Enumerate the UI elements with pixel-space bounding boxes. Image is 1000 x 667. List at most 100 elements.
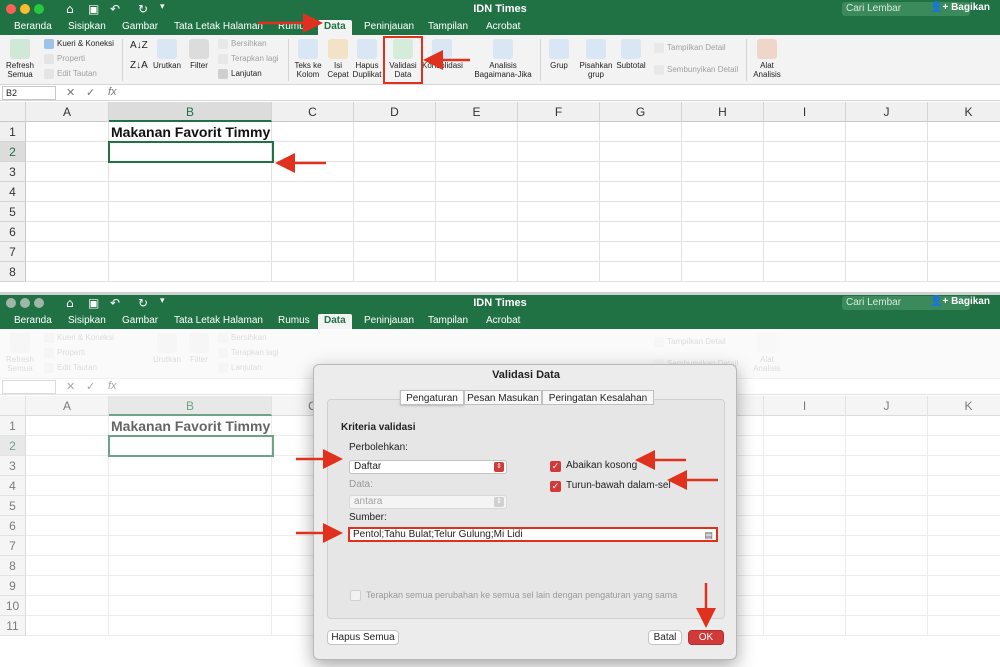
cancel-entry-icon[interactable]: ✕: [66, 86, 75, 99]
tab-peringatan-kesalahan[interactable]: Peringatan Kesalahan: [542, 390, 654, 405]
column-header-c[interactable]: C: [272, 102, 354, 122]
tab-tampilan[interactable]: Tampilan: [422, 20, 474, 35]
data-label: Data:: [349, 479, 373, 490]
ungroup-button[interactable]: Pisahkan grup: [578, 39, 614, 79]
show-detail-button[interactable]: Tampilkan Detail: [654, 43, 726, 53]
ignore-blank-checkbox[interactable]: ✓: [550, 461, 561, 472]
allow-select[interactable]: Daftar ⇕: [349, 460, 507, 474]
remove-duplicates-button[interactable]: Hapus Duplikat: [352, 39, 382, 79]
tab-beranda[interactable]: Beranda: [8, 20, 58, 35]
criteria-heading: Kriteria validasi: [341, 422, 416, 433]
share-button[interactable]: 👤+ Bagikan: [930, 296, 990, 307]
column-header-d[interactable]: D: [354, 102, 436, 122]
tab-sisipkan[interactable]: Sisipkan: [62, 20, 112, 35]
tab-gambar[interactable]: Gambar: [116, 20, 164, 35]
ribbon-tabs: Beranda Sisipkan Gambar Tata Letak Halam…: [0, 18, 1000, 35]
clear-all-button[interactable]: Hapus Semua: [327, 630, 399, 645]
tab-tampilan[interactable]: Tampilan: [422, 314, 474, 329]
column-header-a[interactable]: A: [26, 102, 109, 122]
edit-links-button[interactable]: Edit Tautan: [44, 69, 97, 79]
row-header-5[interactable]: 5: [0, 202, 26, 222]
row-header-8[interactable]: 8: [0, 262, 26, 282]
column-header-h[interactable]: H: [682, 102, 764, 122]
tab-tata-letak-halaman[interactable]: Tata Letak Halaman: [168, 20, 269, 35]
subtotal-button[interactable]: Subtotal: [616, 39, 646, 70]
clear-button[interactable]: Bersihkan: [218, 39, 267, 49]
tab-rumus[interactable]: Rumus: [272, 314, 316, 329]
sort-descending-button[interactable]: Z↓A: [130, 61, 148, 71]
tab-rumus[interactable]: Rumus: [272, 20, 316, 35]
tab-sisipkan[interactable]: Sisipkan: [62, 314, 112, 329]
tab-pesan-masukan[interactable]: Pesan Masukan: [464, 390, 542, 405]
properties-label: Properti: [57, 54, 86, 64]
tab-acrobat[interactable]: Acrobat: [480, 20, 526, 35]
row-header-3[interactable]: 3: [0, 162, 26, 182]
analysis-tools-button[interactable]: Alat Analisis: [752, 39, 782, 79]
column-header-e[interactable]: E: [436, 102, 518, 122]
allow-label: Perbolehkan:: [349, 442, 408, 453]
column-gridline: [845, 122, 846, 282]
refresh-all-button[interactable]: Refresh Semua: [4, 39, 36, 79]
ok-button[interactable]: OK: [688, 630, 724, 645]
column-header-i[interactable]: I: [764, 102, 846, 122]
share-button[interactable]: 👤+ Bagikan: [930, 2, 990, 13]
hide-detail-button[interactable]: Sembunyikan Detail: [654, 65, 738, 75]
reapply-button[interactable]: Terapkan lagi: [218, 54, 279, 64]
tab-data[interactable]: Data: [318, 314, 352, 329]
consolidate-button[interactable]: Konsolidasi: [422, 39, 463, 70]
column-header-b[interactable]: B: [109, 102, 272, 122]
tab-tata-letak-halaman[interactable]: Tata Letak Halaman: [168, 314, 269, 329]
data-operator-value: antara: [354, 496, 383, 507]
selected-cell-b2[interactable]: [108, 141, 274, 163]
range-picker-icon[interactable]: ▤: [704, 530, 713, 541]
select-all-corner[interactable]: [0, 102, 26, 122]
queries-connections-button[interactable]: Kueri & Koneksi: [44, 39, 114, 49]
chevron-updown-icon: ⇕: [494, 497, 504, 507]
source-label: Sumber:: [349, 512, 387, 523]
column-header-g[interactable]: G: [600, 102, 682, 122]
row-header-4[interactable]: 4: [0, 182, 26, 202]
in-cell-dropdown-checkbox[interactable]: ✓: [550, 481, 561, 492]
apply-all-checkbox[interactable]: [350, 590, 361, 601]
edit-links-label: Edit Tautan: [57, 69, 97, 79]
edit-links-icon: [44, 69, 54, 79]
group-button[interactable]: Grup: [546, 39, 572, 70]
insert-function-icon[interactable]: fx: [108, 86, 117, 98]
row-header-6[interactable]: 6: [0, 222, 26, 242]
data-operator-select[interactable]: antara ⇕: [349, 495, 507, 509]
column-header-j[interactable]: J: [846, 102, 928, 122]
text-to-columns-button[interactable]: Teks ke Kolom: [294, 39, 322, 79]
properties-button[interactable]: Properti: [44, 54, 85, 64]
advanced-filter-button[interactable]: Lanjutan: [218, 69, 262, 79]
what-if-analysis-button[interactable]: Analisis Bagaimana-Jika: [470, 39, 536, 79]
data-validation-dialog: Validasi Data Kriteria validasi Perboleh…: [313, 364, 737, 660]
column-gridline: [353, 122, 354, 282]
tab-acrobat[interactable]: Acrobat: [480, 314, 526, 329]
cell-b1-value[interactable]: Makanan Favorit Timmy: [111, 124, 270, 140]
row-header-2[interactable]: 2: [0, 142, 26, 162]
cancel-button[interactable]: Batal: [648, 630, 682, 645]
row-header-7[interactable]: 7: [0, 242, 26, 262]
tab-gambar[interactable]: Gambar: [116, 314, 164, 329]
filter-button[interactable]: Filter: [186, 39, 212, 70]
name-box[interactable]: B2: [2, 86, 56, 100]
flash-fill-button[interactable]: Isi Cepat: [326, 39, 350, 79]
tab-data[interactable]: Data: [318, 20, 352, 35]
row-header-1[interactable]: 1: [0, 122, 26, 142]
tab-beranda[interactable]: Beranda: [8, 314, 58, 329]
tab-peninjauan[interactable]: Peninjauan: [358, 20, 420, 35]
confirm-entry-icon[interactable]: ✓: [86, 86, 95, 99]
show-detail-label: Tampilkan Detail: [667, 43, 726, 53]
title-bar: ⌂ ▣ ↶ ↻ ▾ IDN Times Cari Lembar 👤+ Bagik…: [0, 294, 1000, 312]
column-header-f[interactable]: F: [518, 102, 600, 122]
sort-ascending-button[interactable]: A↓Z: [130, 41, 148, 51]
tab-pengaturan[interactable]: Pengaturan: [400, 390, 464, 405]
hide-detail-label: Sembunyikan Detail: [667, 65, 739, 75]
sort-button[interactable]: Urutkan: [152, 39, 182, 70]
column-header-k[interactable]: K: [928, 102, 1000, 122]
tab-peninjauan[interactable]: Peninjauan: [358, 314, 420, 329]
remove-duplicates-label: Hapus Duplikat: [352, 61, 382, 79]
flash-fill-icon: [328, 39, 348, 59]
source-input[interactable]: Pentol;Tahu Bulat;Telur Gulung;Mi Lidi ▤: [348, 527, 718, 542]
row-gridline: [26, 221, 1000, 222]
